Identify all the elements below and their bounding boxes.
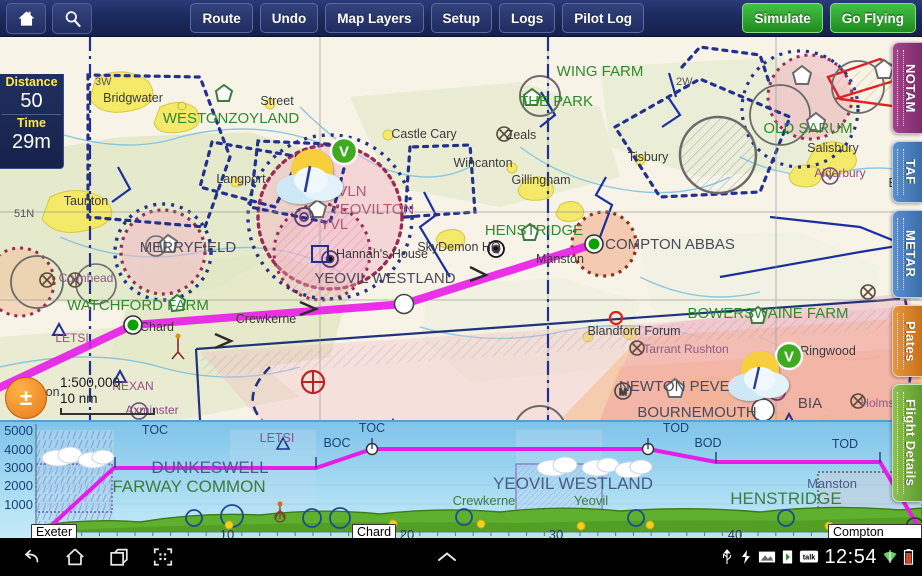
image-icon — [758, 549, 776, 565]
home-button[interactable] — [6, 3, 46, 34]
profile-mid-label: Chard — [352, 524, 396, 538]
home-icon — [17, 9, 36, 28]
scale-distance: 10 nm — [60, 391, 155, 407]
side-tab-label: NOTAM — [897, 59, 918, 118]
go-flying-button[interactable]: Go Flying — [830, 3, 916, 33]
svg-text:M: M — [619, 387, 627, 397]
profile-terrain-label: FARWAY COMMON — [112, 477, 265, 496]
battery-icon — [903, 548, 914, 566]
profile-terrain-label: HENSTRIDGE — [730, 489, 841, 508]
recents-icon[interactable] — [108, 546, 130, 568]
profile-terrain-label: YEOVIL WESTLAND — [493, 474, 653, 493]
profile-terrain-label: Crewkerne — [453, 493, 516, 508]
simulate-button[interactable]: Simulate — [742, 3, 822, 33]
toolbar-button-setup[interactable]: Setup — [431, 3, 493, 33]
profile-y-tick: 3000 — [4, 460, 33, 475]
home-icon[interactable] — [64, 546, 86, 568]
search-icon — [63, 9, 82, 28]
side-tab-strip: NOTAM TAF METAR Plates Flight Details — [892, 42, 922, 509]
profile-terrain-label: DUNKESWELL — [151, 458, 268, 477]
time-row: Time 29m — [0, 115, 63, 155]
screenshot-icon[interactable] — [152, 546, 174, 568]
usb-icon — [720, 548, 734, 566]
toolbar-button-undo[interactable]: Undo — [260, 3, 319, 33]
scale-bar — [60, 408, 155, 415]
toolbar-buttons: Route UndoMap Layers SetupLogsPilot Log — [92, 3, 742, 33]
profile-x-tick: 10 — [220, 527, 234, 538]
profile-x-tick: 40 — [728, 527, 742, 538]
profile-y-tick: 1000 — [4, 497, 33, 512]
distance-row: Distance 50 — [0, 74, 63, 114]
profile-annotation: BOD — [694, 436, 721, 450]
profile-y-tick: 4000 — [4, 442, 33, 457]
vertical-profile[interactable]: 5000 4000 3000 2000 1000 10 20 30 40 TOC TOC BOC TOD… — [0, 420, 922, 538]
chevron-up-icon — [434, 549, 460, 565]
side-tab-label: Plates — [897, 316, 918, 367]
android-nav-bar: talk 12:54 — [0, 538, 922, 576]
battery-app-icon — [781, 548, 794, 566]
talk-icon: talk — [799, 549, 819, 565]
profile-annotation: TOC — [142, 423, 168, 437]
profile-annotation: TOD — [663, 422, 689, 435]
side-tab-label: Flight Details — [897, 394, 918, 491]
side-tab-notam[interactable]: NOTAM — [892, 42, 922, 134]
status-area: talk 12:54 — [720, 546, 914, 569]
profile-annotation: BOC — [323, 436, 350, 450]
side-tab-metar[interactable]: METAR — [892, 210, 922, 298]
side-tab-taf[interactable]: TAF — [892, 141, 922, 203]
sync-icon — [739, 548, 753, 566]
profile-annotation: TOC — [359, 422, 385, 435]
profile-y-tick: 5000 — [4, 423, 33, 438]
profile-x-tick: 20 — [400, 527, 414, 538]
search-button[interactable] — [52, 3, 92, 34]
map-scale: 1:500,000 10 nm — [60, 375, 155, 415]
toolbar-actions: Simulate Go Flying — [742, 3, 916, 33]
profile-terrain-label: Yeovil — [574, 493, 608, 508]
map-canvas[interactable]: M H WING FARMTHE PARKOLD SARUMSalisburyA… — [0, 37, 922, 420]
distance-value: 50 — [0, 90, 63, 112]
clock: 12:54 — [824, 546, 877, 569]
profile-annotation: LETSI — [260, 431, 295, 445]
profile-y-tick: 2000 — [4, 478, 33, 493]
svg-text:talk: talk — [803, 553, 816, 562]
back-icon[interactable] — [20, 546, 42, 568]
toolbar-button-logs[interactable]: Logs — [499, 3, 555, 33]
toolbar-button-pilot-log[interactable]: Pilot Log — [562, 3, 644, 33]
distance-label: Distance — [0, 75, 63, 90]
time-label: Time — [0, 116, 63, 131]
toolbar-button-map-layers[interactable]: Map Layers — [325, 3, 423, 33]
profile-end-label: Compton Abbas — [828, 524, 922, 538]
profile-x-tick: 30 — [549, 527, 563, 538]
zoom-button[interactable]: ± — [5, 377, 47, 419]
skydemon-app: M H WING FARMTHE PARKOLD SARUMSalisburyA… — [0, 0, 922, 576]
top-toolbar: Route UndoMap Layers SetupLogsPilot Log Si… — [0, 0, 922, 37]
scale-ratio: 1:500,000 — [60, 375, 155, 391]
profile-start-label: Exeter — [31, 524, 77, 538]
side-tab-label: TAF — [897, 154, 918, 190]
profile-annotation: TOD — [832, 437, 858, 451]
time-value: 29m — [0, 131, 63, 153]
info-panel: Distance 50 Time 29m — [0, 74, 64, 169]
side-tab-flight-details[interactable]: Flight Details — [892, 384, 922, 502]
side-tab-plates[interactable]: Plates — [892, 305, 922, 377]
svg-text:H: H — [152, 242, 159, 253]
expand-handle[interactable] — [174, 549, 720, 565]
wifi-icon — [882, 548, 898, 566]
toolbar-button-route[interactable]: Route — [190, 3, 252, 33]
nav-buttons — [20, 546, 174, 568]
side-tab-label: METAR — [897, 225, 918, 282]
